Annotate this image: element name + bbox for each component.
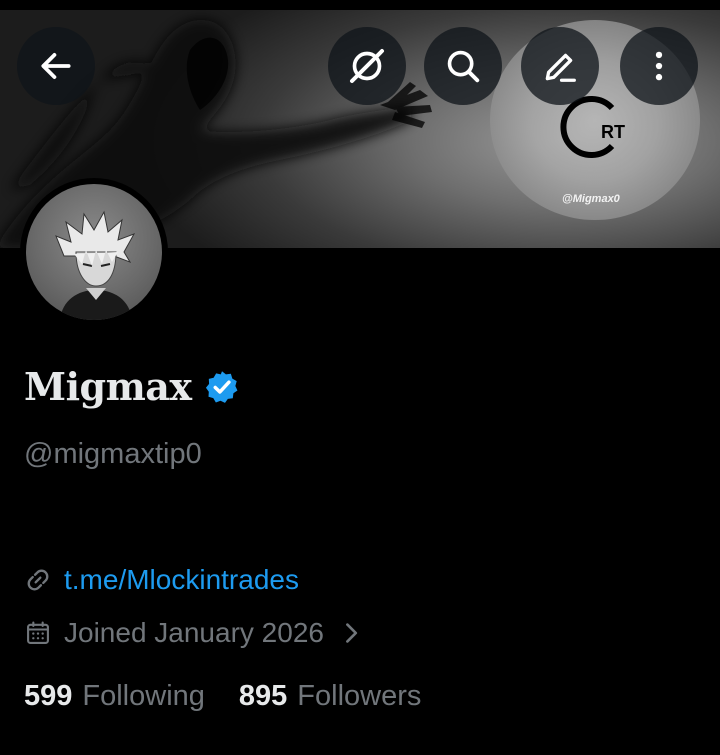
arrow-left-icon [41, 53, 71, 79]
followers-count: 895 [238, 680, 288, 712]
followers-link[interactable]: 895 Followers [239, 677, 421, 715]
calendar-icon [27, 621, 49, 644]
name-row: Migmax [24, 362, 240, 412]
profile-link[interactable]: t.me/Mlockintrades [64, 562, 299, 598]
verified-badge-icon[interactable] [204, 369, 240, 405]
link-icon [27, 569, 49, 591]
following-link[interactable]: 599 Following [24, 677, 205, 715]
avatar[interactable] [26, 184, 162, 320]
status-strip [0, 0, 720, 10]
search-button[interactable] [424, 27, 502, 105]
pencil-icon [545, 53, 576, 82]
more-vertical-icon [655, 51, 663, 81]
avatar-frame[interactable] [20, 178, 168, 326]
back-button[interactable] [17, 27, 95, 105]
profile-handle: @migmaxtip0 [24, 438, 202, 470]
edit-button[interactable] [521, 27, 599, 105]
search-icon [447, 50, 480, 83]
grok-button[interactable] [328, 27, 406, 105]
avatar-illustration [55, 210, 136, 320]
more-button[interactable] [620, 27, 698, 105]
chevron-right-icon[interactable] [342, 621, 360, 645]
following-label: Following [82, 680, 205, 712]
profile-link-row[interactable]: t.me/Mlockintrades [24, 562, 299, 598]
joined-row[interactable]: Joined January 2026 [24, 615, 360, 651]
joined-date: Joined January 2026 [64, 617, 324, 648]
banner-watermark-text: RT [601, 122, 625, 142]
display-name: Migmax [24, 364, 192, 409]
grok-slash-icon [350, 49, 384, 83]
following-count: 599 [24, 680, 73, 712]
banner-watermark-handle: @Migmax0 [562, 193, 621, 205]
followers-label: Followers [297, 680, 422, 712]
follow-stats: 599 Following 895 Followers [24, 677, 421, 715]
